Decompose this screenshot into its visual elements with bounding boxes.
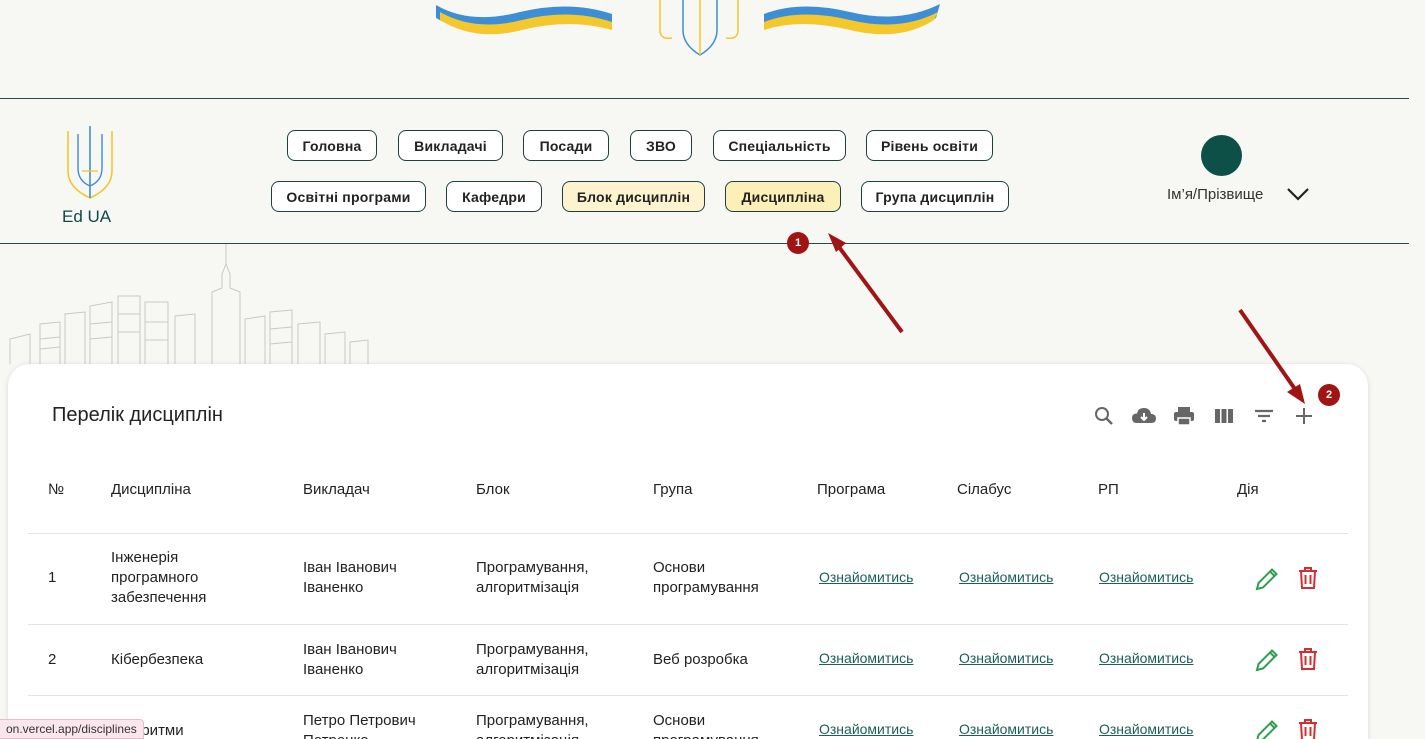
header-program[interactable]: Програма xyxy=(817,481,885,498)
logo-text[interactable]: Ed UA xyxy=(62,207,111,227)
nav-discipline-group[interactable]: Група дисциплін xyxy=(861,181,1009,212)
rp-link[interactable]: Ознайомитись xyxy=(1099,650,1193,666)
trash-icon[interactable] xyxy=(1295,646,1321,672)
nav-edu-programs[interactable]: Освітні програми xyxy=(271,181,426,212)
cell-teacher: Петро ПетровичПетренко xyxy=(303,712,416,739)
rp-link[interactable]: Ознайомитись xyxy=(1099,721,1193,737)
cell-discipline: Кібербезпека xyxy=(111,651,204,668)
nav-home[interactable]: Головна xyxy=(287,130,377,161)
header-teacher[interactable]: Викладач xyxy=(303,481,370,498)
trash-icon[interactable] xyxy=(1295,717,1321,739)
trident-logo-icon[interactable] xyxy=(60,126,120,201)
search-icon[interactable] xyxy=(1092,404,1116,428)
cloud-download-icon[interactable] xyxy=(1131,404,1157,428)
pencil-icon[interactable] xyxy=(1254,566,1280,592)
header-top-border xyxy=(0,98,1409,99)
trash-icon[interactable] xyxy=(1295,565,1321,591)
nav-universities[interactable]: ЗВО xyxy=(630,130,692,161)
cell-group: Веб розробка xyxy=(653,651,748,668)
cell-block: Програмування,алгоритмізація xyxy=(476,559,589,596)
pencil-icon[interactable] xyxy=(1254,647,1280,673)
city-skyline-illustration xyxy=(9,244,369,364)
rp-link[interactable]: Ознайомитись xyxy=(1099,569,1193,585)
cell-teacher: Іван Іванович Іваненко xyxy=(303,641,397,678)
nav-positions[interactable]: Посади xyxy=(523,130,609,161)
syllabus-link[interactable]: Ознайомитись xyxy=(959,569,1053,585)
status-bar-url: on.vercel.app/disciplines xyxy=(0,719,144,739)
table-divider xyxy=(28,624,1348,625)
program-link[interactable]: Ознайомитись xyxy=(819,569,913,585)
flag-right-icon xyxy=(764,4,940,35)
table-divider xyxy=(28,695,1348,696)
cell-block: Програмування,алгоритмізація xyxy=(476,712,589,739)
columns-icon[interactable] xyxy=(1212,404,1236,428)
cell-num: 1 xyxy=(48,569,57,586)
add-icon[interactable] xyxy=(1292,404,1316,428)
header-rp[interactable]: РП xyxy=(1098,481,1119,498)
flag-left-icon xyxy=(436,5,612,35)
nav-discipline[interactable]: Дисципліна xyxy=(725,181,841,212)
syllabus-link[interactable]: Ознайомитись xyxy=(959,721,1053,737)
annotation-badge-1: 1 xyxy=(787,232,809,254)
filter-icon[interactable] xyxy=(1252,404,1276,428)
disciplines-card: Перелік дисциплін № Дисципліна Викладач … xyxy=(8,364,1368,739)
nav-teachers[interactable]: Викладачі xyxy=(398,130,503,161)
flag-banner xyxy=(436,0,940,56)
pencil-icon[interactable] xyxy=(1254,718,1280,739)
nav-education-level[interactable]: Рівень освіти xyxy=(866,130,993,161)
cell-num: 2 xyxy=(48,651,57,668)
trident-icon xyxy=(659,0,739,56)
nav-specialty[interactable]: Спеціальність xyxy=(713,130,846,161)
program-link[interactable]: Ознайомитись xyxy=(819,721,913,737)
header-group[interactable]: Група xyxy=(653,481,692,498)
cell-teacher: Іван Іванович Іваненко xyxy=(303,559,397,596)
chevron-down-icon[interactable] xyxy=(1286,186,1310,202)
table-divider xyxy=(28,533,1348,534)
nav-departments[interactable]: Кафедри xyxy=(446,181,542,212)
cell-group: Основипрограмування xyxy=(653,712,759,739)
syllabus-link[interactable]: Ознайомитись xyxy=(959,650,1053,666)
program-link[interactable]: Ознайомитись xyxy=(819,650,913,666)
avatar[interactable] xyxy=(1201,135,1242,176)
user-name[interactable]: Ім’я/Прізвище xyxy=(1167,186,1263,203)
cell-group: Основипрограмування xyxy=(653,559,759,596)
cell-discipline: Інженерія програмного забезпечення xyxy=(111,549,207,606)
nav-discipline-block[interactable]: Блок дисциплін xyxy=(562,181,705,212)
header-num: № xyxy=(48,481,65,498)
card-title: Перелік дисциплін xyxy=(52,404,223,426)
annotation-badge-2: 2 xyxy=(1318,384,1340,406)
print-icon[interactable] xyxy=(1172,404,1196,428)
header-action: Дія xyxy=(1237,481,1259,498)
header-discipline[interactable]: Дисципліна xyxy=(111,481,191,498)
header-syllabus[interactable]: Сілабус xyxy=(957,481,1011,498)
header-block[interactable]: Блок xyxy=(476,481,510,498)
cell-block: Програмування,алгоритмізація xyxy=(476,641,589,678)
